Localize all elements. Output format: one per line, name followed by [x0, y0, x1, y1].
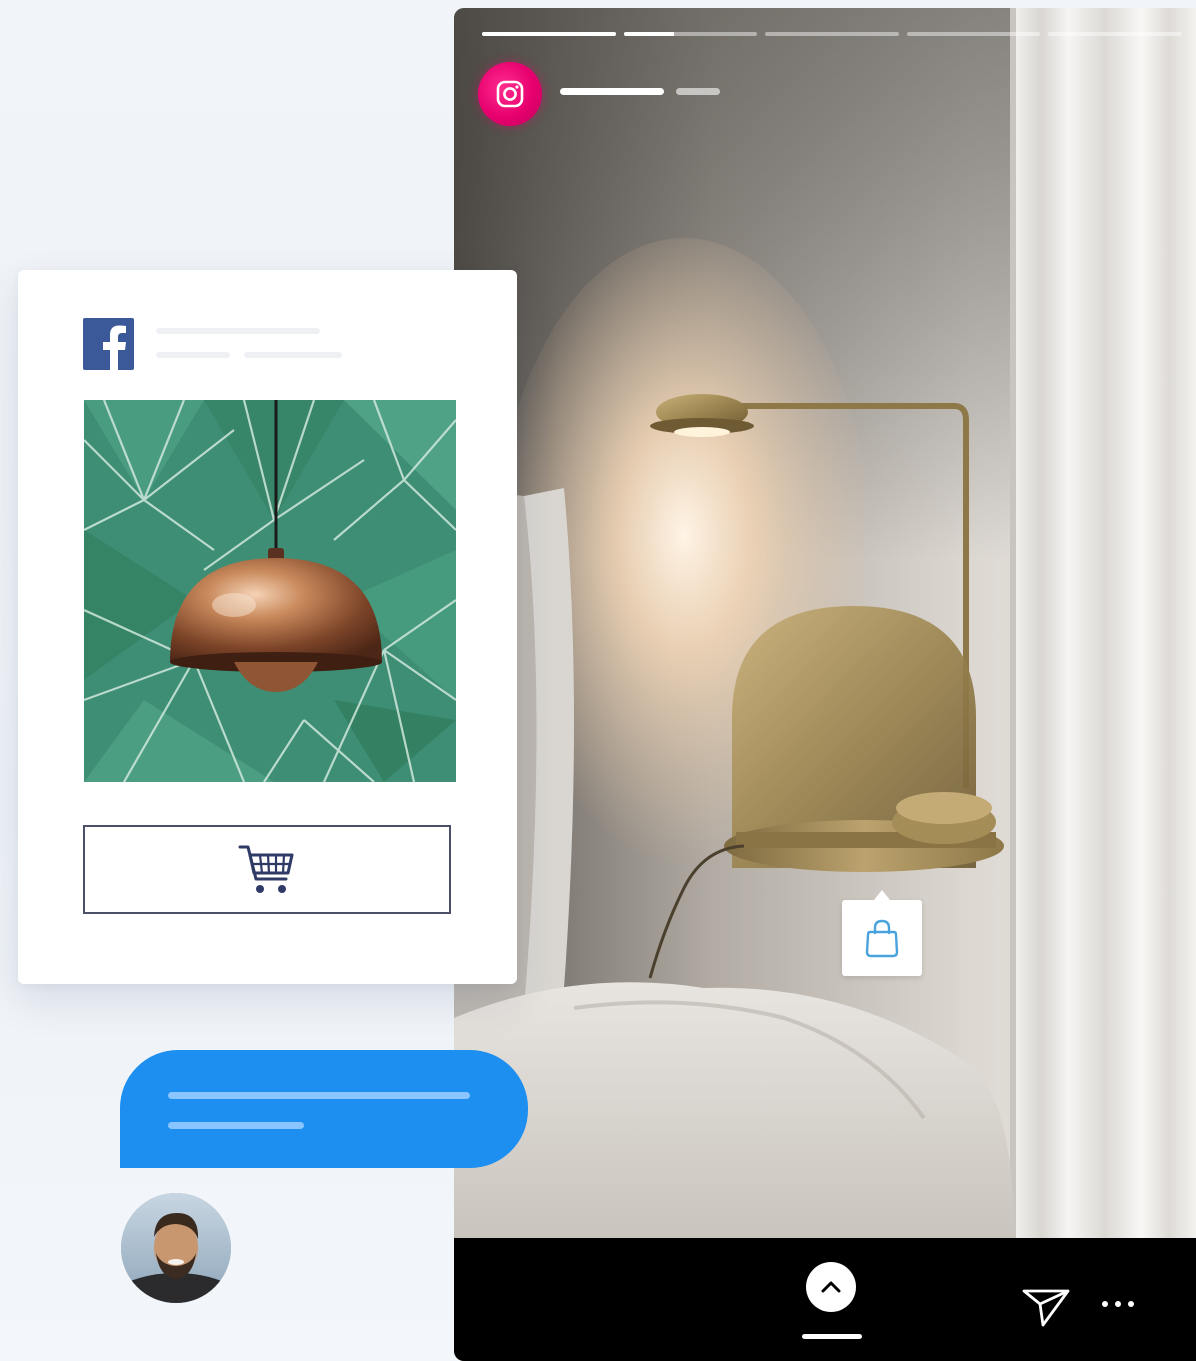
chevron-up-icon [821, 1281, 841, 1293]
post-meta-placeholder [156, 352, 230, 358]
story-bottom-bar [454, 1238, 1196, 1361]
facebook-icon [83, 318, 134, 370]
facebook-post-card [18, 270, 517, 984]
story-progress-segment [482, 32, 616, 36]
story-photo [454, 8, 1196, 1238]
shopping-cart-icon [238, 845, 294, 893]
message-text-placeholder [168, 1122, 304, 1129]
product-tag[interactable] [842, 890, 922, 976]
post-product-image [84, 400, 456, 782]
add-to-cart-button[interactable] [83, 825, 451, 914]
story-progress-segment [1048, 32, 1182, 36]
story-progress-segment [765, 32, 899, 36]
instagram-icon[interactable] [478, 62, 542, 126]
story-progress-segment [623, 32, 758, 36]
send-button[interactable] [1019, 1282, 1073, 1332]
more-options-button[interactable] [1098, 1286, 1138, 1322]
story-username-placeholder [560, 88, 664, 95]
swipe-up-indicator [802, 1334, 862, 1339]
swipe-up-button[interactable] [806, 1262, 856, 1312]
story-progress-bar [482, 32, 1182, 36]
story-progress-segment [906, 32, 1041, 36]
chat-message-bubble [120, 1050, 528, 1168]
story-timestamp-placeholder [676, 88, 720, 95]
more-horizontal-icon [1102, 1301, 1134, 1307]
post-meta-placeholder [244, 352, 342, 358]
shopping-bag-icon [865, 919, 899, 958]
avatar[interactable] [121, 1193, 231, 1303]
instagram-story[interactable] [454, 8, 1196, 1361]
message-text-placeholder [168, 1092, 470, 1099]
send-icon [1022, 1289, 1070, 1327]
post-author-placeholder [156, 328, 320, 334]
